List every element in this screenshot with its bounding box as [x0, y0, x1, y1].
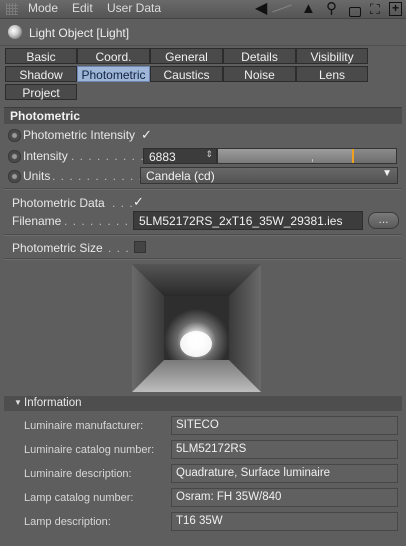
- add-panel-icon[interactable]: +: [389, 2, 402, 16]
- photometric-data-label: Photometric Data: [12, 196, 105, 210]
- photometric-preview: [132, 264, 261, 392]
- animate-radio-icon[interactable]: [8, 129, 21, 142]
- arrow-track: [272, 4, 292, 13]
- tab-basic[interactable]: Basic: [5, 48, 77, 64]
- info-label-lamp-catalog: Lamp catalog number:: [24, 492, 134, 504]
- photometric-size-checkbox[interactable]: [134, 241, 146, 253]
- object-title-row: Light Object [Light]: [0, 21, 406, 46]
- units-select[interactable]: Candela (cd) ▼: [140, 167, 398, 184]
- filename-input[interactable]: 5LM52172RS_2xT16_35W_29381.ies: [133, 211, 363, 230]
- menu-mode[interactable]: Mode: [28, 1, 58, 15]
- tab-visibility[interactable]: Visibility: [296, 48, 368, 64]
- information-header[interactable]: ▼ Information: [4, 396, 402, 411]
- search-icon[interactable]: ⚲: [326, 1, 337, 17]
- tab-shadow[interactable]: Shadow: [5, 66, 77, 82]
- intensity-label: Intensity: [23, 149, 68, 163]
- info-value-catalog-number: 5LM52172RS: [171, 440, 398, 459]
- photometric-intensity-checkbox[interactable]: ✓: [141, 127, 152, 143]
- units-label: Units: [23, 169, 51, 183]
- filename-value: 5LM52172RS_2xT16_35W_29381.ies: [139, 214, 343, 228]
- tab-project[interactable]: Project: [5, 84, 77, 100]
- animate-radio-icon[interactable]: [8, 150, 21, 163]
- info-label-catalog-number: Luminaire catalog number:: [24, 444, 155, 456]
- tab-noise[interactable]: Noise: [223, 66, 296, 82]
- info-label-description: Luminaire description:: [24, 468, 132, 480]
- grip-icon[interactable]: [6, 3, 18, 15]
- tab-coord[interactable]: Coord.: [77, 48, 150, 64]
- divider: [4, 188, 402, 190]
- preview-render: [132, 264, 261, 392]
- disclosure-triangle-icon[interactable]: ▼: [14, 398, 22, 407]
- light-object-icon: [8, 25, 22, 39]
- tab-general[interactable]: General: [150, 48, 223, 64]
- filename-label: Filename: [12, 214, 62, 228]
- slider-knob[interactable]: [352, 149, 354, 163]
- menu-user-data[interactable]: User Data: [107, 1, 161, 15]
- menu-bar: Mode Edit User Data ◀ ▲ ⚲ ⛶ +: [0, 0, 406, 19]
- animate-radio-icon[interactable]: [8, 170, 21, 183]
- object-title: Light Object [Light]: [29, 26, 130, 40]
- tab-lens[interactable]: Lens: [296, 66, 368, 82]
- info-label-manufacturer: Luminaire manufacturer:: [24, 420, 144, 432]
- info-value-manufacturer: SITECO: [171, 416, 398, 435]
- arrow-left-icon[interactable]: ◀: [255, 1, 267, 17]
- photometric-size-dots: . . .: [108, 241, 130, 255]
- arrow-up-icon[interactable]: ▲: [301, 1, 316, 17]
- intensity-input[interactable]: 6883 ⇕: [143, 148, 217, 164]
- divider: [4, 234, 402, 236]
- stepper-icon[interactable]: ⇕: [205, 149, 213, 160]
- browse-button[interactable]: ...: [368, 212, 399, 229]
- units-value: Candela (cd): [146, 169, 215, 183]
- section-header: Photometric: [4, 107, 402, 124]
- photometric-intensity-label: Photometric Intensity: [23, 128, 136, 142]
- section-title: Photometric: [10, 109, 81, 123]
- tab-details[interactable]: Details: [223, 48, 296, 64]
- slider-fill: [218, 149, 352, 163]
- tab-caustics[interactable]: Caustics: [150, 66, 223, 82]
- hierarchy-icon[interactable]: ⛶: [370, 1, 380, 17]
- intensity-slider[interactable]: [217, 148, 397, 164]
- info-value-lamp-catalog: Osram: FH 35W/840: [171, 488, 398, 507]
- slider-tick: [312, 159, 313, 162]
- info-value-description: Quadrature, Surface luminaire: [171, 464, 398, 483]
- tab-photometric[interactable]: Photometric: [77, 66, 150, 82]
- menu-edit[interactable]: Edit: [72, 1, 93, 15]
- photometric-data-checkbox[interactable]: ✓: [133, 194, 144, 210]
- divider: [4, 258, 402, 260]
- info-label-lamp-description: Lamp description:: [24, 516, 111, 528]
- lock-icon[interactable]: [349, 7, 361, 17]
- chevron-down-icon[interactable]: ▼: [382, 168, 392, 179]
- photometric-size-label: Photometric Size: [12, 241, 103, 255]
- information-title: Information: [24, 397, 82, 409]
- photometric-data-dots: . . .: [112, 196, 134, 210]
- intensity-value: 6883: [149, 150, 176, 164]
- info-value-lamp-description: T16 35W: [171, 512, 398, 531]
